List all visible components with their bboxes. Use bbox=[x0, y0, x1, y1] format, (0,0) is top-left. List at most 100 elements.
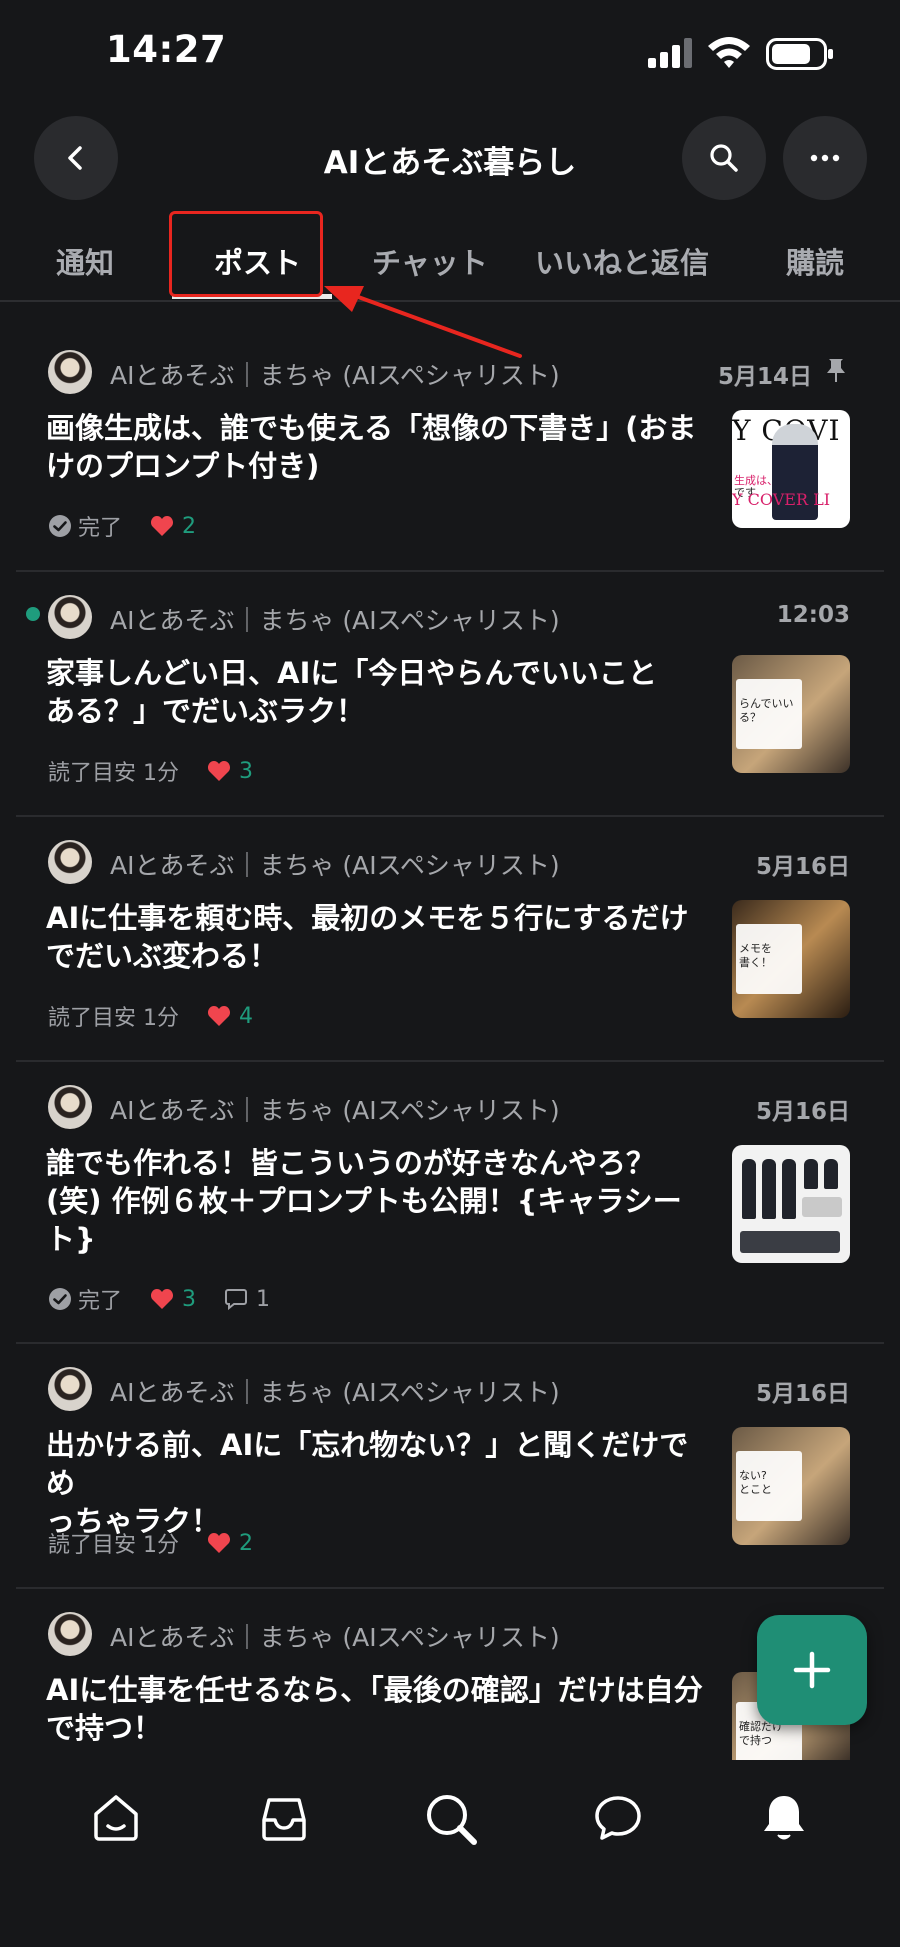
like-count: 3 bbox=[239, 758, 253, 784]
thumbnail-card: ない? とこと bbox=[736, 1451, 802, 1521]
comment-count: 1 bbox=[256, 1286, 271, 1312]
cellular-signal-icon bbox=[648, 38, 692, 68]
author-avatar bbox=[48, 1367, 92, 1411]
post-meta: 読了目安 1分 2 bbox=[48, 1527, 253, 1559]
check-circle-icon bbox=[49, 1288, 71, 1310]
post-title-line: けのプロンプト付き) bbox=[46, 449, 320, 483]
read-time: 読了目安 1分 bbox=[48, 1006, 179, 1031]
status-bar: 14:27 bbox=[0, 0, 900, 105]
post-meta: 完了 2 bbox=[48, 510, 196, 542]
post-author: AIとあそぶ｜まちゃ (AIスペシャリスト) bbox=[110, 606, 560, 635]
heart-icon[interactable] bbox=[150, 1288, 174, 1310]
post-divider bbox=[16, 1342, 884, 1344]
unread-indicator bbox=[26, 607, 40, 621]
post-title[interactable]: AIに仕事を頼む時、最初のメモを５行にするだけ でだいぶ変わる！ bbox=[46, 899, 716, 975]
plus-icon bbox=[793, 1651, 831, 1689]
thumbnail-text: とこと bbox=[739, 1483, 772, 1496]
post-thumbnail[interactable]: Y COVI 生成は、 です Y COVER LI bbox=[732, 410, 850, 528]
post-date: 12:03 bbox=[776, 602, 850, 628]
post-divider bbox=[16, 1060, 884, 1062]
thumbnail-text: メモを bbox=[739, 942, 772, 955]
post-title-line: (笑) 作例６枚＋プロンプトも公開！{キャラシー bbox=[46, 1184, 682, 1218]
post-title-line: 家事しんどい日、AIに「今日やらんでいいこと bbox=[46, 656, 657, 690]
chat-icon[interactable] bbox=[590, 1790, 646, 1846]
chevron-left-icon bbox=[68, 146, 82, 170]
post-date: 5月16日 bbox=[755, 1381, 850, 1407]
post-title-line: で持つ！ bbox=[46, 1711, 163, 1745]
post-title[interactable]: 出かける前、AIに「忘れ物ない？」と聞くだけでめ っちゃラク！ bbox=[46, 1426, 716, 1540]
post-title-line: 出かける前、AIに「忘れ物ない？」と聞くだけでめ bbox=[46, 1428, 689, 1500]
like-count: 2 bbox=[239, 1530, 253, 1556]
thumbnail-text: る？ bbox=[739, 711, 761, 724]
heart-icon[interactable] bbox=[207, 1532, 231, 1554]
post-title-line: 画像生成は、誰でも使える「想像の下書き」(おま bbox=[46, 411, 697, 445]
back-button[interactable] bbox=[34, 116, 118, 200]
search-button[interactable] bbox=[682, 116, 766, 200]
tab-likes-replies[interactable]: いいねと返信 bbox=[535, 240, 709, 282]
status-label: 完了 bbox=[78, 516, 123, 541]
read-time: 読了目安 1分 bbox=[48, 1533, 179, 1558]
comment-icon[interactable] bbox=[224, 1287, 248, 1311]
heart-icon[interactable] bbox=[150, 515, 174, 537]
post-title-line: ある？」でだいぶラク！ bbox=[46, 694, 366, 728]
post-title[interactable]: 画像生成は、誰でも使える「想像の下書き」(おま けのプロンプト付き) bbox=[46, 409, 716, 485]
post-thumbnail[interactable]: メモを 書く！ bbox=[732, 900, 850, 1018]
status-time: 14:27 bbox=[106, 28, 227, 71]
thumbnail-text: Y COVER LI bbox=[732, 490, 831, 509]
author-avatar bbox=[48, 595, 92, 639]
more-button[interactable] bbox=[783, 116, 867, 200]
like-count: 2 bbox=[182, 513, 197, 539]
post-author: AIとあそぶ｜まちゃ (AIスペシャリスト) bbox=[110, 361, 560, 390]
like-count: 3 bbox=[182, 1286, 197, 1312]
author-avatar bbox=[48, 1085, 92, 1129]
tab-chat[interactable]: チャット bbox=[372, 240, 488, 282]
post-author: AIとあそぶ｜まちゃ (AIスペシャリスト) bbox=[110, 1378, 560, 1407]
post-thumbnail[interactable]: ない? とこと bbox=[732, 1427, 850, 1545]
more-horizontal-icon bbox=[810, 154, 840, 162]
thumbnail-figure bbox=[782, 1159, 796, 1219]
search-icon bbox=[710, 144, 738, 172]
tab-subscriptions[interactable]: 購読 bbox=[786, 240, 844, 282]
post-meta: 読了目安 1分 3 bbox=[48, 755, 253, 787]
status-label: 完了 bbox=[78, 1289, 123, 1314]
post-author: AIとあそぶ｜まちゃ (AIスペシャリスト) bbox=[110, 1096, 560, 1125]
post-thumbnail[interactable]: らんでいい る？ bbox=[732, 655, 850, 773]
post-title-line: ト} bbox=[46, 1222, 96, 1256]
home-icon[interactable] bbox=[88, 1790, 144, 1846]
post-title-line: でだいぶ変わる！ bbox=[46, 939, 279, 973]
post-title[interactable]: AIに仕事を任せるなら、「最後の確認」だけは自分 で持つ！ bbox=[46, 1671, 716, 1747]
post-title[interactable]: 家事しんどい日、AIに「今日やらんでいいこと ある？」でだいぶラク！ bbox=[46, 654, 716, 730]
inbox-icon[interactable] bbox=[256, 1790, 312, 1846]
post-divider bbox=[16, 815, 884, 817]
thumbnail-text: らんでいい bbox=[739, 697, 794, 710]
post-author: AIとあそぶ｜まちゃ (AIスペシャリスト) bbox=[110, 1623, 560, 1652]
thumbnail-card: メモを 書く！ bbox=[736, 924, 802, 994]
thumbnail-card: らんでいい る？ bbox=[736, 679, 802, 749]
post-thumbnail[interactable] bbox=[732, 1145, 850, 1263]
post-title-line: AIに仕事を任せるなら、「最後の確認」だけは自分 bbox=[46, 1673, 703, 1707]
check-circle-icon bbox=[49, 515, 71, 537]
new-post-button[interactable] bbox=[757, 1615, 867, 1725]
post-meta: 読了目安 1分 4 bbox=[48, 1000, 253, 1032]
read-time: 読了目安 1分 bbox=[48, 761, 179, 786]
thumbnail-text: ない? bbox=[739, 1469, 767, 1482]
post-author: AIとあそぶ｜まちゃ (AIスペシャリスト) bbox=[110, 851, 560, 880]
heart-icon[interactable] bbox=[207, 1005, 231, 1027]
post-meta: 完了 3 1 bbox=[48, 1283, 270, 1315]
like-count: 4 bbox=[239, 1003, 253, 1029]
heart-icon[interactable] bbox=[207, 760, 231, 782]
post-title[interactable]: 誰でも作れる！皆こういうのが好きなんやろ？ (笑) 作例６枚＋プロンプトも公開！… bbox=[46, 1144, 716, 1258]
thumbnail-detail bbox=[740, 1231, 840, 1253]
thumbnail-text: で持つ bbox=[739, 1734, 772, 1747]
post-divider bbox=[16, 1587, 884, 1589]
post-date: 5月16日 bbox=[755, 1099, 850, 1125]
thumbnail-figure bbox=[742, 1159, 756, 1219]
bottom-navigation bbox=[0, 1760, 900, 1947]
bell-icon[interactable] bbox=[756, 1790, 812, 1846]
tab-notifications[interactable]: 通知 bbox=[56, 240, 114, 282]
author-avatar bbox=[48, 840, 92, 884]
post-divider bbox=[16, 570, 884, 572]
thumbnail-figure bbox=[804, 1159, 818, 1189]
author-avatar bbox=[48, 350, 92, 394]
search-nav-icon[interactable] bbox=[422, 1790, 482, 1850]
